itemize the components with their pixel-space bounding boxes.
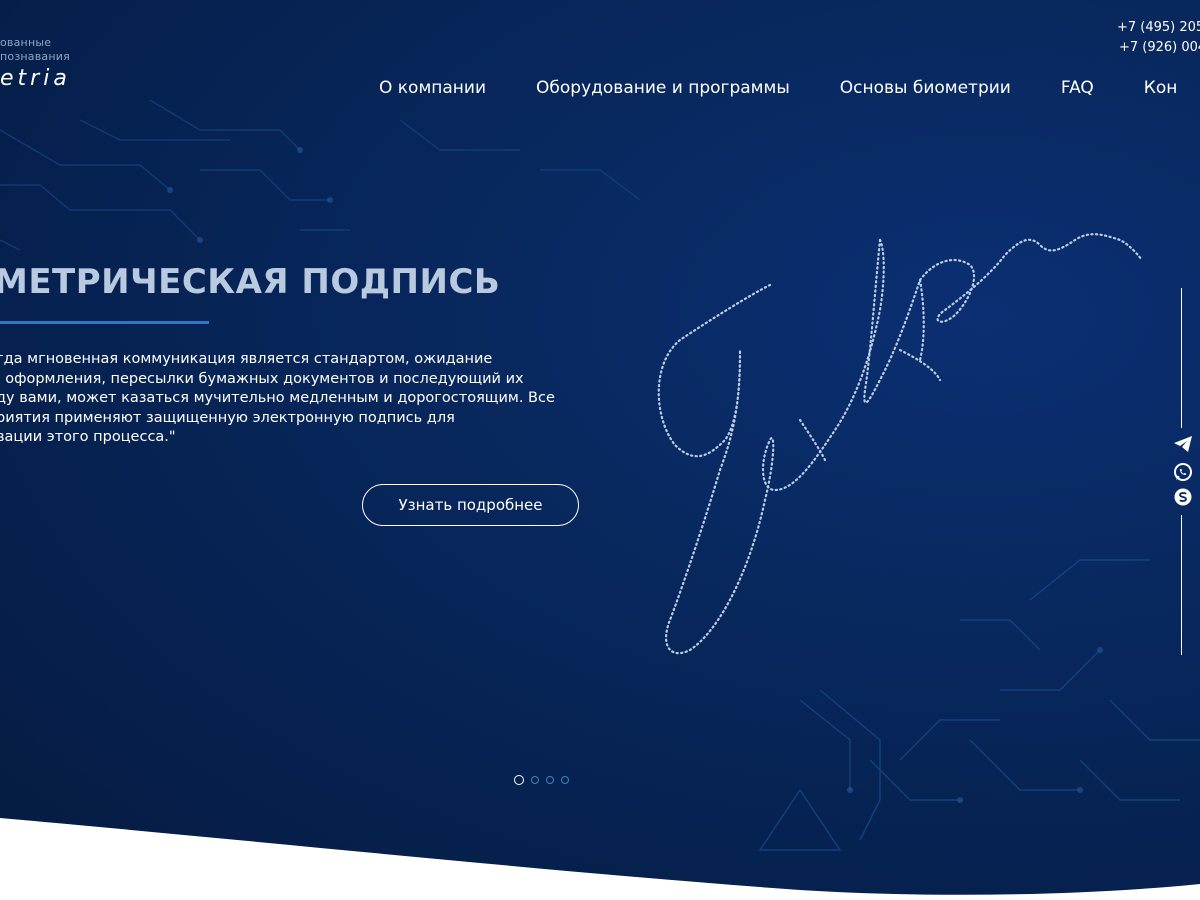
- social-rail-line-bottom: [1181, 515, 1182, 655]
- logo[interactable]: etria: [0, 66, 71, 91]
- hero-description-line: гда мгновенная коммуникация является ста…: [0, 351, 493, 367]
- phone-1[interactable]: +7 (495) 205: [1117, 18, 1200, 38]
- signature-illustration: [657, 233, 1144, 655]
- social-rail-line-top: [1181, 288, 1182, 428]
- title-underline: [0, 321, 209, 324]
- nav-item-about[interactable]: О компании: [379, 78, 486, 98]
- hero-section: ованные познавания etria +7 (495) 205 +7…: [0, 0, 1200, 900]
- telegram-icon[interactable]: [1172, 433, 1194, 455]
- nav-item-contacts[interactable]: Кон: [1144, 78, 1178, 98]
- nav-item-equipment[interactable]: Оборудование и программы: [536, 78, 790, 98]
- phone-numbers: +7 (495) 205 +7 (926) 004: [1117, 18, 1200, 58]
- whatsapp-icon[interactable]: [1172, 461, 1194, 483]
- logo-tagline-line-1: ованные: [0, 36, 52, 49]
- nav-item-biometrics-basics[interactable]: Основы биометрии: [840, 78, 1011, 98]
- hero-description-line: риятия применяют защищенную электронную …: [0, 409, 455, 426]
- bottom-wave: [0, 818, 1200, 900]
- skype-icon[interactable]: [1172, 486, 1194, 508]
- hero-description-line: вации этого процесса.": [0, 429, 176, 445]
- main-nav: О компании Оборудование и программы Осно…: [379, 78, 1177, 98]
- hero-description-line: ду вами, может казаться мучительно медле…: [0, 390, 555, 406]
- logo-tagline: ованные познавания: [0, 36, 70, 64]
- logo-tagline-line-2: познавания: [0, 50, 70, 63]
- hero-title: МЕТРИЧЕСКАЯ ПОДПИСЬ: [0, 262, 501, 302]
- hero-description: гда мгновенная коммуникация является ста…: [0, 350, 586, 448]
- phone-2[interactable]: +7 (926) 004: [1117, 38, 1200, 58]
- learn-more-button[interactable]: Узнать подробнее: [362, 484, 579, 526]
- page: ованные познавания etria +7 (495) 205 +7…: [0, 0, 1200, 900]
- nav-item-faq[interactable]: FAQ: [1061, 78, 1094, 98]
- hero-description-line: , оформления, пересылки бумажных докумен…: [0, 370, 524, 387]
